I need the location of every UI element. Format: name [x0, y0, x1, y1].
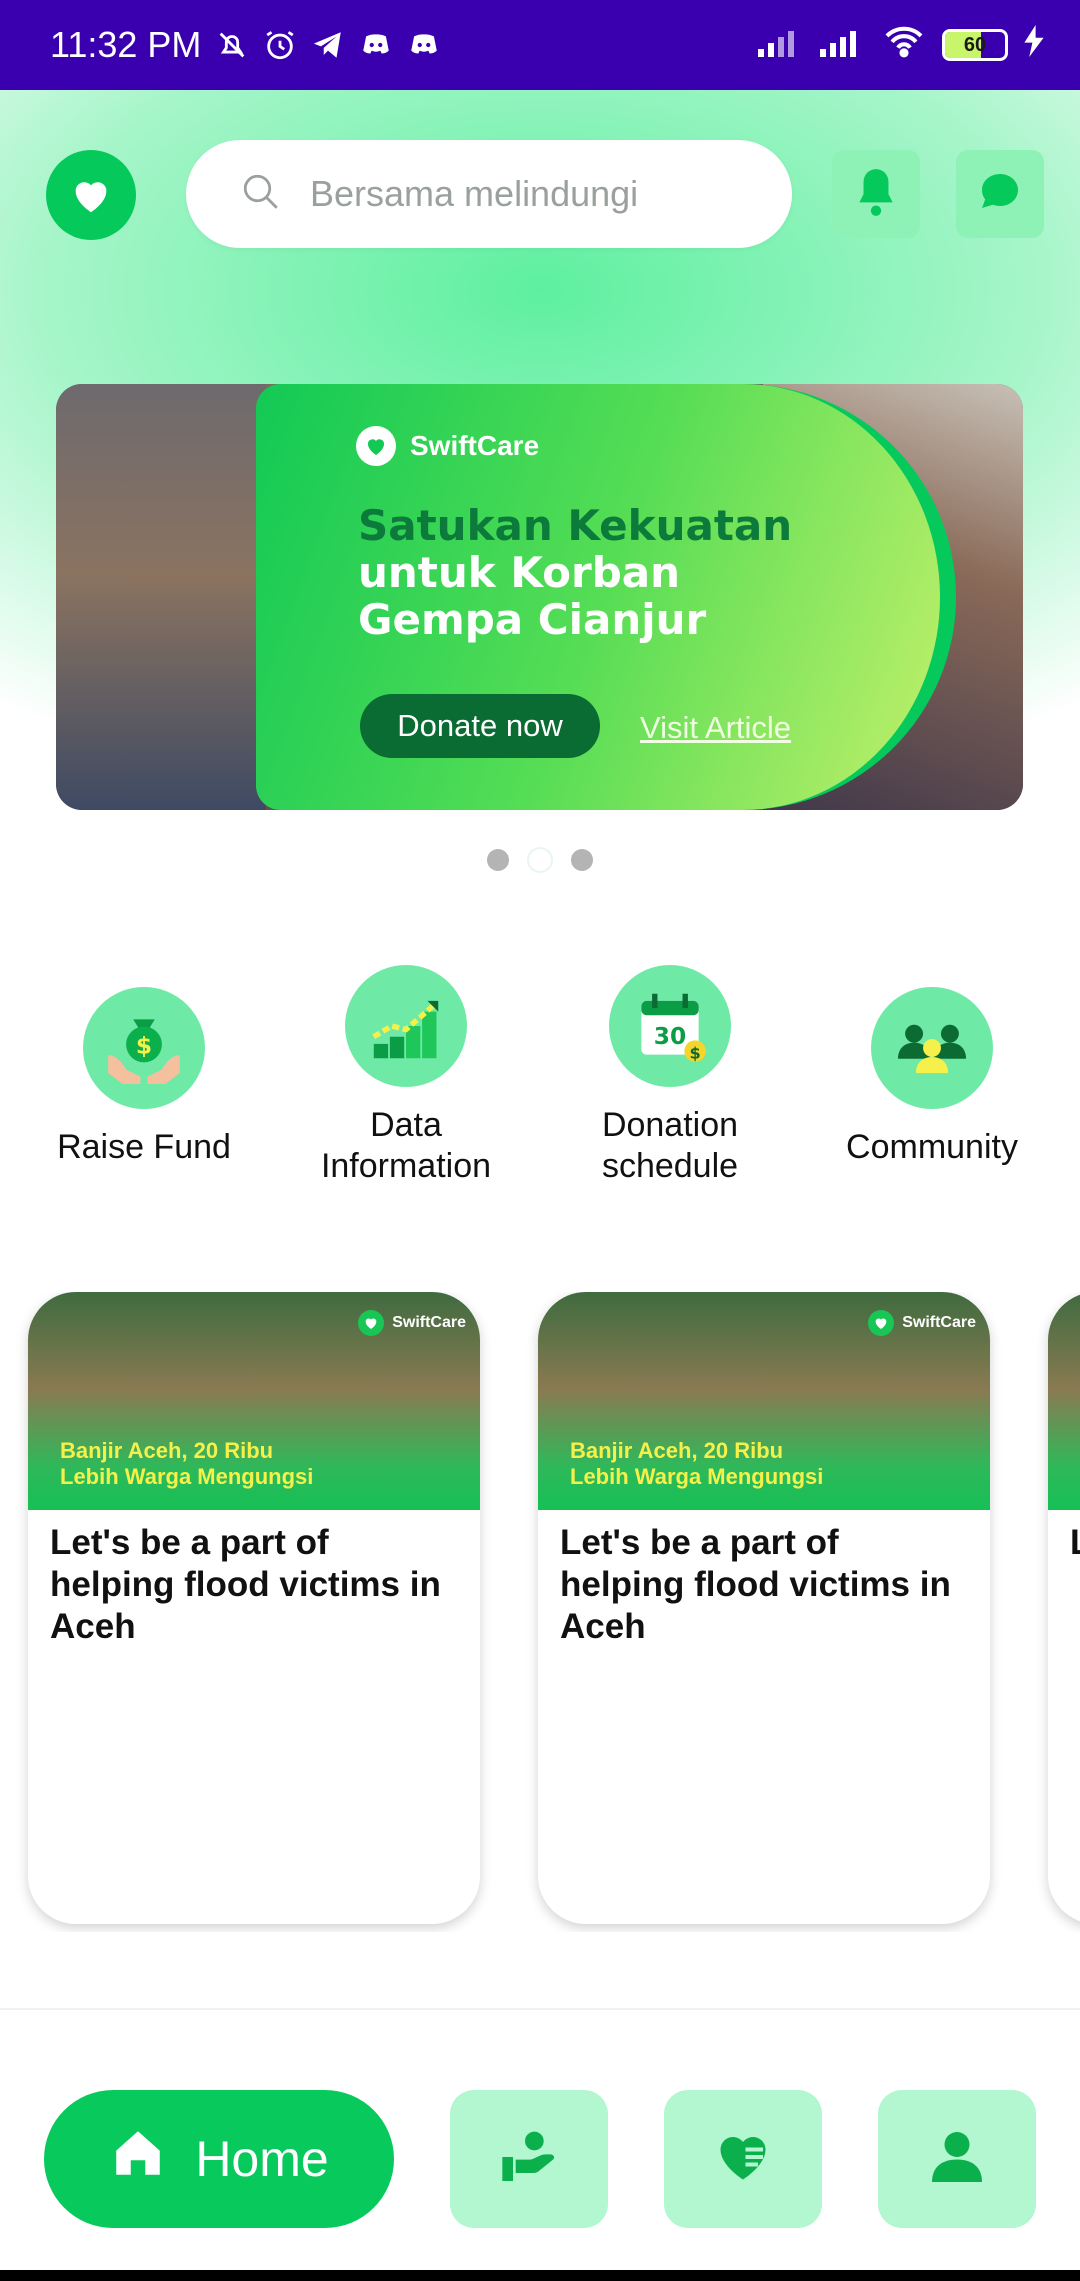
battery-icon: 60	[942, 29, 1008, 61]
banner-photo-left	[56, 384, 266, 810]
banner-title-line2: untuk Korban	[358, 548, 681, 597]
campaign-title: L f	[1048, 1510, 1080, 1576]
chat-icon	[976, 168, 1024, 221]
wifi-icon	[882, 24, 926, 67]
carousel-dot[interactable]	[487, 849, 509, 871]
nav-favorites-button[interactable]	[664, 2090, 822, 2228]
status-bar: 11:32 PM 60	[0, 0, 1080, 90]
alarm-icon	[263, 28, 297, 62]
action-label: Donation schedule	[601, 1106, 739, 1185]
notification-button[interactable]	[832, 150, 920, 238]
action-label: Community	[846, 1128, 1018, 1166]
caption-line: Lebih Warga Mengungsi	[570, 1464, 824, 1489]
brand-logo-icon	[358, 1310, 385, 1336]
profile-icon	[927, 2127, 987, 2192]
campaign-image-caption: Banjir Aceh, 20 Ribu Lebih Warga Mengung…	[60, 1438, 313, 1490]
campaign-image: SwiftCare Banjir Aceh, 20 Ribu Lebih War…	[28, 1292, 480, 1510]
action-donation-schedule[interactable]: 30 $ Donation schedule	[550, 965, 790, 1187]
card-badge: SwiftCare	[358, 1310, 466, 1336]
donate-now-button[interactable]: Donate now	[360, 694, 600, 758]
quick-actions: $ Raise Fund Data Information 30 $ Donat…	[0, 965, 1080, 1215]
logo-heart-icon[interactable]	[46, 150, 136, 240]
discord-icon	[407, 28, 441, 62]
telegram-icon	[311, 28, 345, 62]
campaign-title: Let's be a part of helping flood victims…	[560, 1523, 951, 1646]
brand-name: SwiftCare	[410, 430, 540, 461]
signal-icon	[758, 24, 804, 66]
action-community[interactable]: Community	[812, 987, 1052, 1168]
promo-banner[interactable]: SwiftCare Satukan Kekuatan untuk Korban …	[56, 384, 1023, 810]
brand-logo-icon	[868, 1310, 895, 1336]
caption-line: Banjir Aceh, 20 Ribu	[60, 1438, 274, 1463]
top-bar: Bersama melindungi	[0, 140, 1080, 250]
signal-icon	[820, 24, 866, 66]
action-raise-fund[interactable]: $ Raise Fund	[24, 987, 264, 1168]
banner-title: Satukan Kekuatan untuk Korban Gempa Cian…	[358, 502, 818, 643]
money-bag-hands-icon: $	[83, 987, 205, 1109]
nav-home-label: Home	[195, 2131, 329, 2187]
campaign-card[interactable]: SwiftCare Banjir Aceh, 20 Ribu Lebih War…	[538, 1292, 990, 1924]
chat-button[interactable]	[956, 150, 1044, 238]
community-icon	[871, 987, 993, 1109]
status-time: 11:32 PM	[50, 24, 202, 65]
campaign-card[interactable]: SwiftCare Banjir Aceh, 20 Ribu Lebih War…	[28, 1292, 480, 1924]
search-bar[interactable]: Bersama melindungi	[186, 140, 792, 248]
caption-line: Lebih Warga Mengungsi	[60, 1464, 314, 1489]
charging-icon	[1024, 24, 1044, 66]
calendar-icon: 30 $	[609, 965, 731, 1087]
growth-chart-icon	[345, 965, 467, 1087]
action-label: Data Information	[320, 1106, 492, 1185]
campaign-card-partial[interactable]: L f	[1048, 1292, 1080, 1924]
svg-text:30: 30	[654, 1023, 686, 1050]
nav-home-button[interactable]: Home	[44, 2090, 394, 2228]
campaign-image	[1048, 1292, 1080, 1510]
donation-hand-icon	[497, 2125, 561, 2194]
brand-logo-icon	[356, 426, 396, 466]
campaign-image-caption: Banjir Aceh, 20 Ribu Lebih Warga Mengung…	[570, 1438, 823, 1490]
bell-icon	[851, 165, 901, 224]
carousel-dot[interactable]	[571, 849, 593, 871]
caption-line: Banjir Aceh, 20 Ribu	[570, 1438, 784, 1463]
card-badge: SwiftCare	[868, 1310, 976, 1336]
system-gesture-bar	[0, 2270, 1080, 2281]
heart-list-icon	[713, 2127, 773, 2192]
campaign-card-list: SwiftCare Banjir Aceh, 20 Ribu Lebih War…	[0, 1292, 1080, 1932]
nav-donation-button[interactable]	[450, 2090, 608, 2228]
campaign-title: Let's be a part of helping flood victims…	[50, 1523, 441, 1646]
visit-article-link[interactable]: Visit Article	[640, 710, 791, 746]
nav-divider	[0, 2008, 1080, 2010]
svg-text:$: $	[136, 1032, 152, 1059]
search-placeholder: Bersama melindungi	[310, 173, 639, 214]
banner-title-line3: Gempa Cianjur	[358, 595, 707, 644]
nav-profile-button[interactable]	[878, 2090, 1036, 2228]
card-badge-label: SwiftCare	[392, 1314, 466, 1331]
banner-brand: SwiftCare	[356, 426, 539, 466]
campaign-image: SwiftCare Banjir Aceh, 20 Ribu Lebih War…	[538, 1292, 990, 1510]
search-icon	[240, 171, 282, 218]
carousel-dot-active[interactable]	[529, 849, 551, 871]
home-icon	[109, 2124, 167, 2194]
card-badge-label: SwiftCare	[902, 1314, 976, 1331]
mute-bell-icon	[215, 28, 249, 62]
action-label: Raise Fund	[57, 1128, 231, 1166]
battery-level: 60	[963, 33, 987, 56]
carousel-indicator	[487, 849, 593, 871]
bottom-navigation: Home	[0, 2090, 1080, 2230]
banner-title-line1: Satukan Kekuatan	[358, 501, 793, 550]
discord-icon	[359, 28, 393, 62]
svg-text:$: $	[689, 1043, 700, 1062]
action-data-information[interactable]: Data Information	[286, 965, 526, 1187]
